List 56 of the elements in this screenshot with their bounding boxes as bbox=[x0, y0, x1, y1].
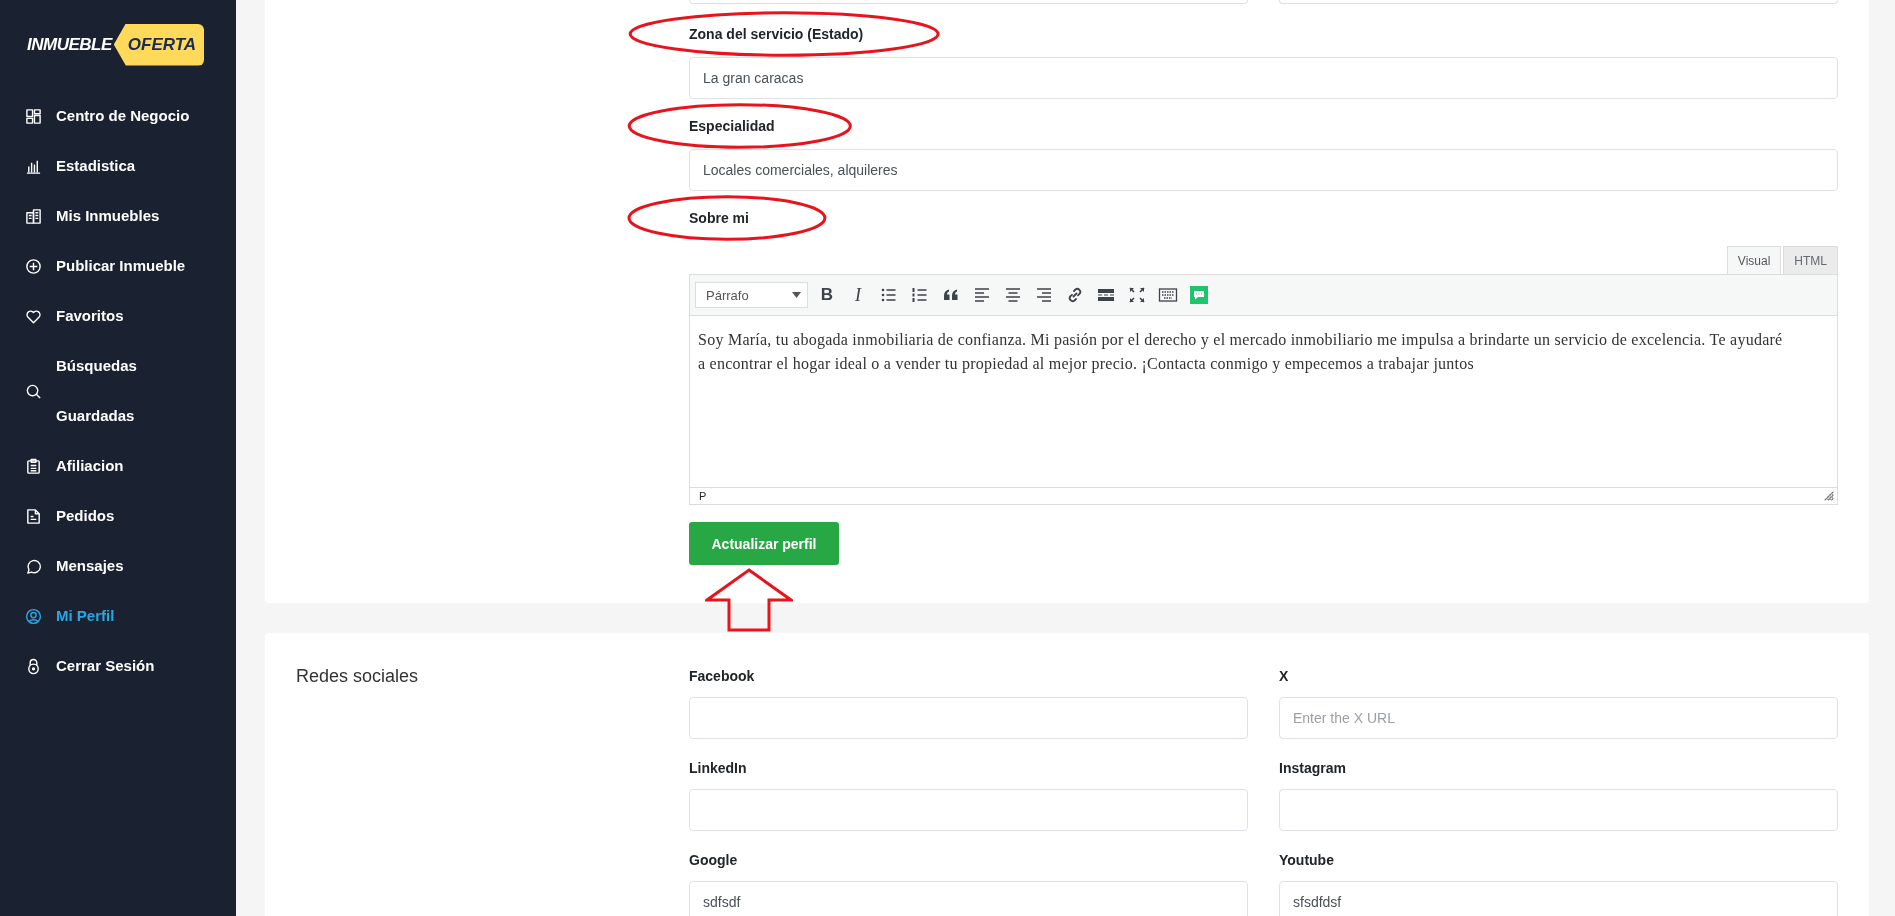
sidebar-item[interactable]: Publicar Inmueble bbox=[0, 241, 186, 291]
section-title: Redes sociales bbox=[296, 666, 420, 686]
sidebar-item[interactable]: Afiliacion bbox=[0, 441, 124, 491]
user-circle-icon bbox=[25, 607, 42, 625]
building-icon bbox=[25, 207, 42, 225]
about-text: Soy María, tu abogada inmobiliaria de confianza. Mi pasión por el derecho y el mercado inmobiliario me impulsa a brindarte un servicio de excelencia. Te ayudaré a encontrar el hogar ideal o a vender tu propiedad al mejor precio. ¡Contacta conmigo y empecemos a trabajar juntos bbox=[698, 330, 1784, 375]
field-label: Google bbox=[689, 851, 739, 870]
text-field[interactable]: Locales comerciales, alquileres bbox=[689, 149, 1838, 191]
align-left-icon bbox=[972, 285, 992, 305]
sidebar-item[interactable]: Mensajes bbox=[0, 541, 124, 591]
field-label: Sobre mi bbox=[689, 209, 749, 228]
caret-icon bbox=[792, 292, 801, 298]
bold-button[interactable]: B bbox=[813, 281, 841, 309]
field-label: Especialidad bbox=[689, 117, 775, 136]
keyboard-icon bbox=[1158, 285, 1178, 305]
field-label: LinkedIn bbox=[689, 759, 748, 778]
text-field[interactable]: La gran caracas bbox=[689, 57, 1838, 99]
field-label: Facebook bbox=[689, 667, 756, 686]
editor-tab[interactable]: Visual bbox=[1726, 246, 1782, 274]
document-icon bbox=[25, 507, 42, 525]
sidebar-item[interactable]: Mi Perfil bbox=[0, 591, 115, 641]
padlock-icon bbox=[25, 657, 42, 675]
plus-circle-icon bbox=[25, 257, 42, 275]
fullscreen-icon bbox=[1127, 285, 1147, 305]
text-field[interactable] bbox=[1279, 789, 1838, 831]
sidebar-item[interactable]: Mis Inmuebles bbox=[0, 191, 160, 241]
clipboard-icon bbox=[25, 457, 42, 475]
element-path[interactable]: P bbox=[699, 490, 707, 502]
sidebar-item[interactable]: Pedidos bbox=[0, 491, 115, 541]
field-label: Youtube bbox=[1279, 851, 1335, 870]
align-center-icon bbox=[1003, 285, 1023, 305]
text-field[interactable] bbox=[689, 697, 1248, 739]
text-field[interactable]: sfsdfdsf bbox=[1279, 881, 1838, 916]
search-icon bbox=[25, 382, 42, 400]
text-field[interactable]: sdfsdf bbox=[689, 881, 1248, 916]
align-right-icon bbox=[1034, 285, 1054, 305]
plugin-icon bbox=[1189, 285, 1209, 305]
heart-icon bbox=[25, 307, 42, 325]
logo[interactable]: INMUEBLE OFERTA bbox=[27, 22, 205, 67]
dashboard-icon bbox=[25, 107, 42, 125]
text-field[interactable] bbox=[689, 789, 1248, 831]
sidebar-item[interactable]: Estadistica bbox=[0, 141, 136, 191]
numbered-list-icon bbox=[910, 285, 930, 305]
editor-tab[interactable]: HTML bbox=[1783, 246, 1838, 274]
sidebar-item[interactable]: Cerrar Sesión bbox=[0, 641, 155, 691]
editor-body[interactable] bbox=[689, 316, 1838, 487]
sidebar-item[interactable]: Búsquedas Guardadas bbox=[0, 341, 137, 441]
sidebar-item[interactable]: Favoritos bbox=[0, 291, 124, 341]
sidebar-item[interactable]: Centro de Negocio bbox=[0, 91, 190, 141]
field-label: Instagram bbox=[1279, 759, 1347, 778]
text-field[interactable]: Enter the X URL bbox=[1279, 697, 1838, 739]
italic-button[interactable]: I bbox=[844, 281, 872, 309]
field-label: X bbox=[1279, 667, 1290, 686]
format-dropdown[interactable]: Párrafo bbox=[695, 282, 808, 308]
chat-bubble-icon bbox=[25, 557, 42, 575]
field-label: Zona del servicio (Estado) bbox=[689, 25, 864, 44]
